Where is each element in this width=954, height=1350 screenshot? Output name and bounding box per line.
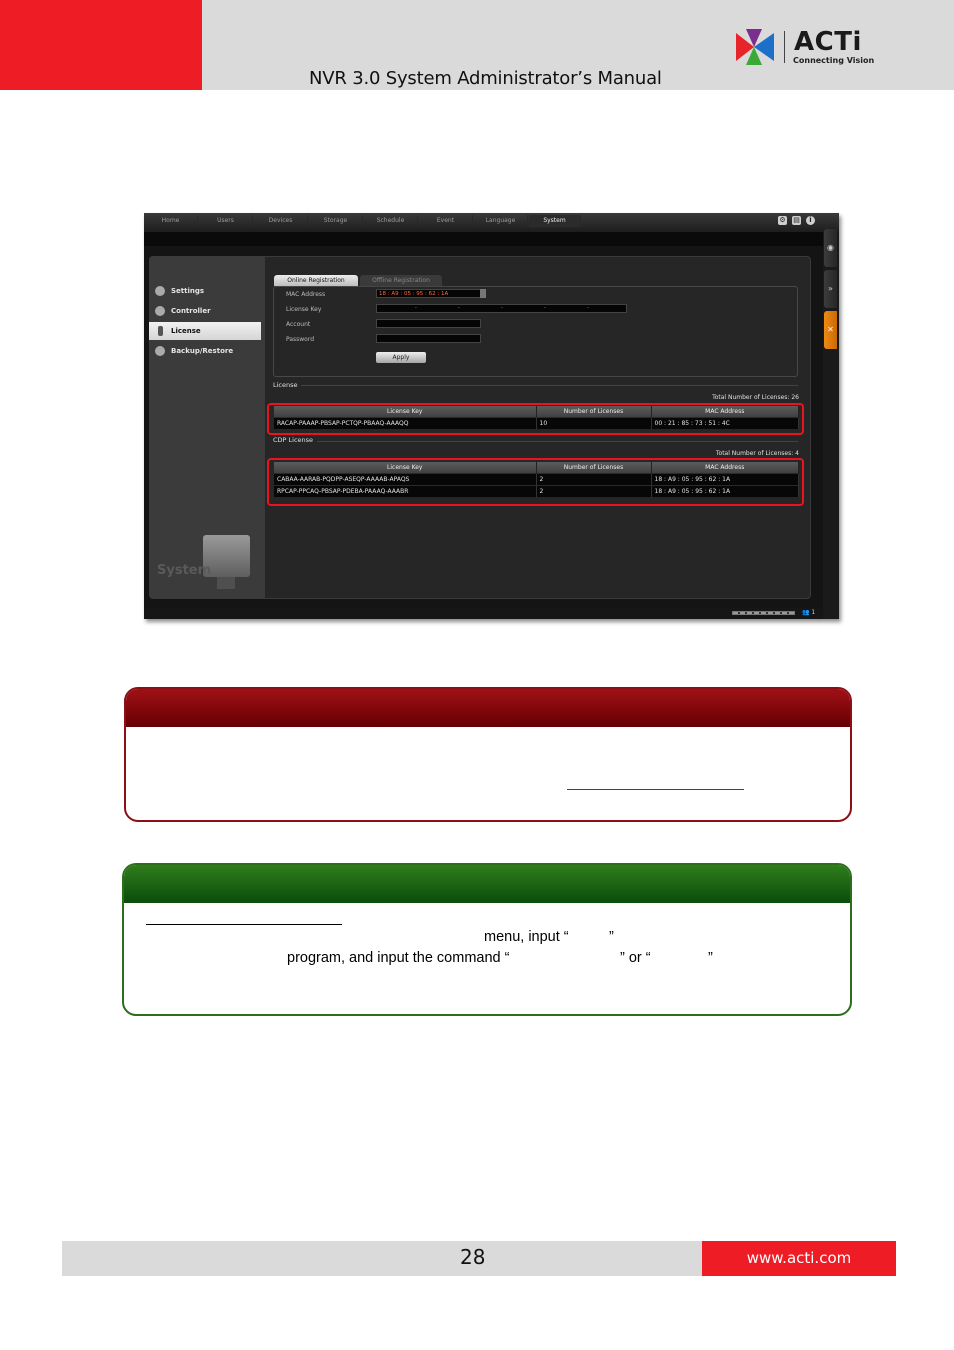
gear-icon: [155, 286, 165, 296]
account-label: Account: [286, 321, 311, 328]
note-link-underline[interactable]: [567, 789, 744, 790]
document-icon[interactable]: ▤: [792, 216, 801, 225]
sidebar-item-label: Controller: [171, 307, 211, 315]
license-key-label: License Key: [286, 306, 322, 313]
logo-separator: [784, 31, 785, 63]
manual-title: NVR 3.0 System Administrator’s Manual: [309, 68, 662, 89]
nvr-screenshot: ⚙ ▤ i Home Users Devices Storage Schedul…: [144, 213, 839, 619]
password-field[interactable]: [376, 334, 481, 343]
note-header-bar: [126, 689, 850, 727]
note-underline: [146, 924, 342, 925]
key-separator: -: [587, 305, 589, 311]
apply-button[interactable]: Apply: [376, 352, 426, 363]
license-section-label: License: [273, 381, 298, 389]
info-icon[interactable]: i: [806, 216, 815, 225]
mac-address-label: MAC Address: [286, 291, 326, 298]
status-bar: [144, 608, 823, 619]
password-label: Password: [286, 336, 315, 343]
logo-wordmark: ACTi: [794, 27, 862, 57]
highlight-box: [267, 403, 804, 435]
account-field[interactable]: [376, 319, 481, 328]
mac-address-select[interactable]: 18 : A9 : 05 : 95 : 62 : 1A: [376, 289, 484, 298]
nav-tab-storage[interactable]: Storage: [309, 215, 363, 227]
sidebar-item-label: Backup/Restore: [171, 347, 234, 355]
user-count: 1: [811, 609, 816, 616]
key-separator: -: [415, 305, 417, 311]
note-text-fragment: ”: [609, 929, 614, 945]
tools-icon[interactable]: ✕: [824, 311, 837, 349]
eye-icon[interactable]: ◉: [824, 229, 837, 267]
registration-form: [273, 286, 798, 377]
logo-tagline: Connecting Vision: [793, 56, 875, 65]
nav-tab-devices[interactable]: Devices: [254, 215, 308, 227]
cdp-license-total: Total Number of Licenses: 4: [715, 450, 799, 457]
page-footer: [62, 1241, 702, 1276]
sidebar-item-settings[interactable]: Settings: [149, 282, 269, 300]
key-separator: -: [458, 305, 460, 311]
license-key-field[interactable]: - - - - -: [376, 304, 627, 313]
key-icon: [158, 326, 163, 336]
important-note-box: [124, 687, 852, 822]
sidebar-item-backup-restore[interactable]: Backup/Restore: [149, 342, 269, 360]
nav-tab-event[interactable]: Event: [419, 215, 473, 227]
note-text-fragment: ” or “: [620, 950, 651, 966]
tab-online-registration[interactable]: Online Registration: [274, 275, 358, 286]
note-header-bar: [124, 865, 850, 903]
highlight-box: [267, 458, 804, 506]
footer-url-link[interactable]: www.acti.com: [702, 1249, 896, 1267]
nav-tab-language[interactable]: Language: [474, 215, 528, 227]
folder-icon: [155, 346, 165, 356]
fast-forward-icon[interactable]: »: [824, 270, 837, 308]
nav-tab-home[interactable]: Home: [144, 215, 198, 227]
sidebar-item-controller[interactable]: Controller: [149, 302, 269, 320]
joystick-icon: [155, 306, 165, 316]
license-total: Total Number of Licenses: 26: [712, 394, 799, 401]
header-red-block: [0, 0, 202, 90]
monitor-stand: [217, 577, 235, 589]
page-number: 28: [460, 1245, 486, 1269]
sidebar-item-label: Settings: [171, 287, 205, 295]
key-separator: -: [501, 305, 503, 311]
section-divider: [301, 385, 798, 386]
note-text-fragment: program, and input the command “: [287, 950, 510, 966]
note-text-fragment: menu, input “: [484, 929, 569, 945]
tab-offline-registration[interactable]: Offline Registration: [360, 275, 442, 286]
gear-icon[interactable]: ⚙: [778, 216, 787, 225]
user-count-icon: 👥 1: [802, 609, 816, 616]
note-text-fragment: ”: [708, 950, 713, 966]
nav-tab-system[interactable]: System: [529, 215, 581, 227]
chevron-down-icon[interactable]: [480, 289, 486, 298]
nav-tab-users[interactable]: Users: [199, 215, 253, 227]
system-watermark: System: [157, 563, 212, 578]
sidebar-item-label: License: [171, 327, 201, 335]
key-separator: -: [544, 305, 546, 311]
section-divider: [317, 441, 798, 442]
nvr-nav-bar: [144, 232, 839, 246]
nav-tab-schedule[interactable]: Schedule: [364, 215, 418, 227]
sidebar-item-license[interactable]: License: [149, 322, 261, 340]
volume-meter[interactable]: [732, 611, 795, 615]
cdp-license-section-label: CDP License: [273, 436, 314, 444]
